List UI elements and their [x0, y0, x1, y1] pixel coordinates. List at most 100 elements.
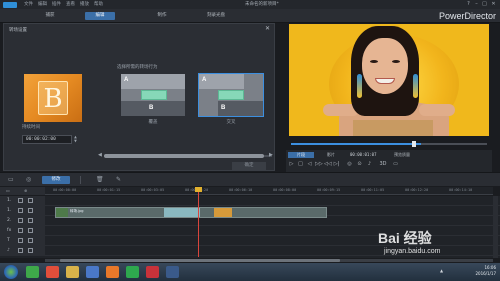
track-header-toolbar: ▭ ⊕ — [0, 187, 45, 195]
timeline-ruler[interactable]: 00:00:00:00 00:00:01:15 00:00:03:05 00:0… — [45, 187, 493, 195]
help-button[interactable]: ? — [465, 1, 472, 7]
track-enable-icon[interactable] — [18, 198, 23, 203]
mode-bar: 捕获 编辑 制作 刻录光盘 PowerDirector — [0, 9, 500, 23]
fast-forward-icon[interactable]: ▷| — [333, 161, 340, 168]
tab-clip[interactable]: 片段 — [288, 152, 314, 158]
behavior-label: 选择所需的转场行为 — [117, 65, 158, 70]
lock-icon[interactable] — [28, 218, 33, 223]
plugin-icon[interactable]: ◎ — [26, 176, 31, 183]
track-header: 2. — [0, 216, 45, 226]
system-clock[interactable]: 16:06 2016/1/17 — [475, 265, 496, 277]
preview-progress-knob[interactable] — [412, 141, 416, 147]
library-icon[interactable]: ▭ — [8, 176, 14, 183]
behavior-option-cross[interactable]: A B — [198, 73, 264, 117]
track-manager-icon[interactable]: ▭ — [6, 188, 10, 193]
duration-field[interactable]: 00:00:02:00 — [22, 135, 72, 144]
menu-plugins[interactable]: 插件 — [52, 1, 61, 7]
taskbar-app-icon[interactable] — [46, 266, 59, 278]
modify-button[interactable]: 修改 — [42, 176, 70, 184]
previous-frame-icon[interactable]: ◁ — [306, 161, 313, 168]
record-icon[interactable]: ⊙ — [356, 161, 363, 168]
timeline-clip[interactable]: 转场.jpg — [55, 207, 327, 218]
menu-play[interactable]: 播放 — [80, 1, 89, 7]
panel-scroll-thumb[interactable] — [104, 154, 264, 158]
track-enable-icon[interactable] — [18, 238, 23, 243]
clock-date: 2016/1/17 — [475, 271, 496, 276]
record-app-icon[interactable] — [146, 266, 159, 278]
watermark-url: jingyan.baidu.com — [384, 248, 441, 255]
menu-edit[interactable]: 编辑 — [38, 1, 47, 7]
start-button[interactable] — [4, 265, 18, 279]
ruler-tick: 00:00:03:05 — [141, 188, 165, 192]
scroll-right-icon[interactable]: ▶ — [269, 152, 273, 158]
maximize-button[interactable]: □ — [481, 1, 488, 7]
network-icon[interactable]: ▲ — [440, 268, 445, 273]
transition-region[interactable] — [164, 208, 200, 217]
menu-help[interactable]: 帮助 — [94, 1, 103, 7]
tab-movie[interactable]: 影片 — [318, 152, 344, 158]
track-header: fx — [0, 226, 45, 236]
undock-icon[interactable]: ▭ — [392, 161, 399, 168]
close-button[interactable]: ✕ — [490, 1, 497, 7]
menu-file[interactable]: 文件 — [24, 1, 33, 7]
3d-toggle[interactable]: 3D — [378, 161, 388, 168]
add-track-icon[interactable]: ⊕ — [24, 188, 27, 193]
tab-edit[interactable]: 编辑 — [85, 12, 115, 20]
firefox-icon[interactable] — [106, 266, 119, 278]
lock-icon[interactable] — [28, 208, 33, 213]
clip-a-label: A — [202, 77, 207, 83]
preview-earring — [413, 74, 418, 98]
clip-a-label: A — [124, 77, 129, 83]
window-title: 未命名的新项目* — [245, 2, 279, 7]
taskbar-app-icon[interactable] — [86, 266, 99, 278]
timeline-scroll-thumb[interactable] — [60, 259, 340, 262]
track-number: 1. — [7, 208, 12, 213]
taskbar-app-icon[interactable] — [26, 266, 39, 278]
tab-produce[interactable]: 制作 — [150, 12, 174, 20]
snapshot-icon[interactable]: ◎ — [346, 161, 353, 168]
lock-icon[interactable] — [28, 228, 33, 233]
preview-eye — [392, 60, 400, 63]
stop-icon[interactable]: □ — [297, 161, 304, 168]
folder-icon[interactable] — [66, 266, 79, 278]
track-enable-icon[interactable] — [18, 248, 23, 253]
play-icon[interactable]: ▷ — [288, 161, 295, 168]
preview-quality-label[interactable]: 预览质量 — [394, 152, 410, 158]
lock-icon[interactable] — [28, 238, 33, 243]
lock-icon[interactable] — [28, 198, 33, 203]
duration-label: 持续时间 — [22, 125, 40, 130]
delete-icon[interactable]: 🗑 — [96, 176, 104, 183]
playhead[interactable] — [198, 187, 199, 257]
close-icon[interactable]: ✕ — [265, 25, 270, 32]
transition-settings-panel: 转场设置 ✕ B 持续时间 00:00:02:00 ▲ ▼ 选择所需的转场行为 A… — [3, 23, 275, 171]
next-frame-icon[interactable]: ▷▷ — [315, 161, 323, 168]
minimize-button[interactable]: – — [473, 1, 480, 7]
tab-burn-disc[interactable]: 刻录光盘 — [200, 12, 232, 20]
volume-icon[interactable]: ♪ — [366, 161, 373, 168]
rewind-icon[interactable]: ◁◁ — [324, 161, 332, 168]
track-number: ♪ — [7, 248, 10, 253]
behavior-option-overlap[interactable]: A B — [121, 74, 185, 116]
duration-stepper[interactable]: ▲ ▼ — [73, 135, 78, 144]
track-enable-icon[interactable] — [18, 218, 23, 223]
clip-thumbnail — [56, 208, 68, 217]
ok-button[interactable]: 确定 — [232, 162, 266, 170]
transition-thumbnail: B — [24, 74, 82, 122]
track-enable-icon[interactable] — [18, 228, 23, 233]
playhead-handle[interactable] — [195, 187, 202, 192]
track-enable-icon[interactable] — [18, 208, 23, 213]
powerdirector-taskbar-icon[interactable] — [166, 266, 179, 278]
tab-capture[interactable]: 捕获 — [38, 12, 62, 20]
lock-icon[interactable] — [28, 248, 33, 253]
player-icon[interactable] — [126, 266, 139, 278]
scroll-left-icon[interactable]: ◀ — [98, 152, 102, 158]
transition-block — [141, 90, 167, 100]
app-logo-icon — [3, 2, 17, 8]
track-row[interactable]: 1. — [0, 196, 500, 206]
thumbnail-letter: B — [38, 81, 68, 115]
baidu-watermark: Bai 经验 jingyan.baidu.com — [378, 228, 496, 262]
tools-icon[interactable]: ✎ — [116, 176, 121, 183]
track-header: T — [0, 236, 45, 246]
watermark-logo: Bai 经验 — [378, 230, 432, 246]
menu-view[interactable]: 查看 — [66, 1, 75, 7]
